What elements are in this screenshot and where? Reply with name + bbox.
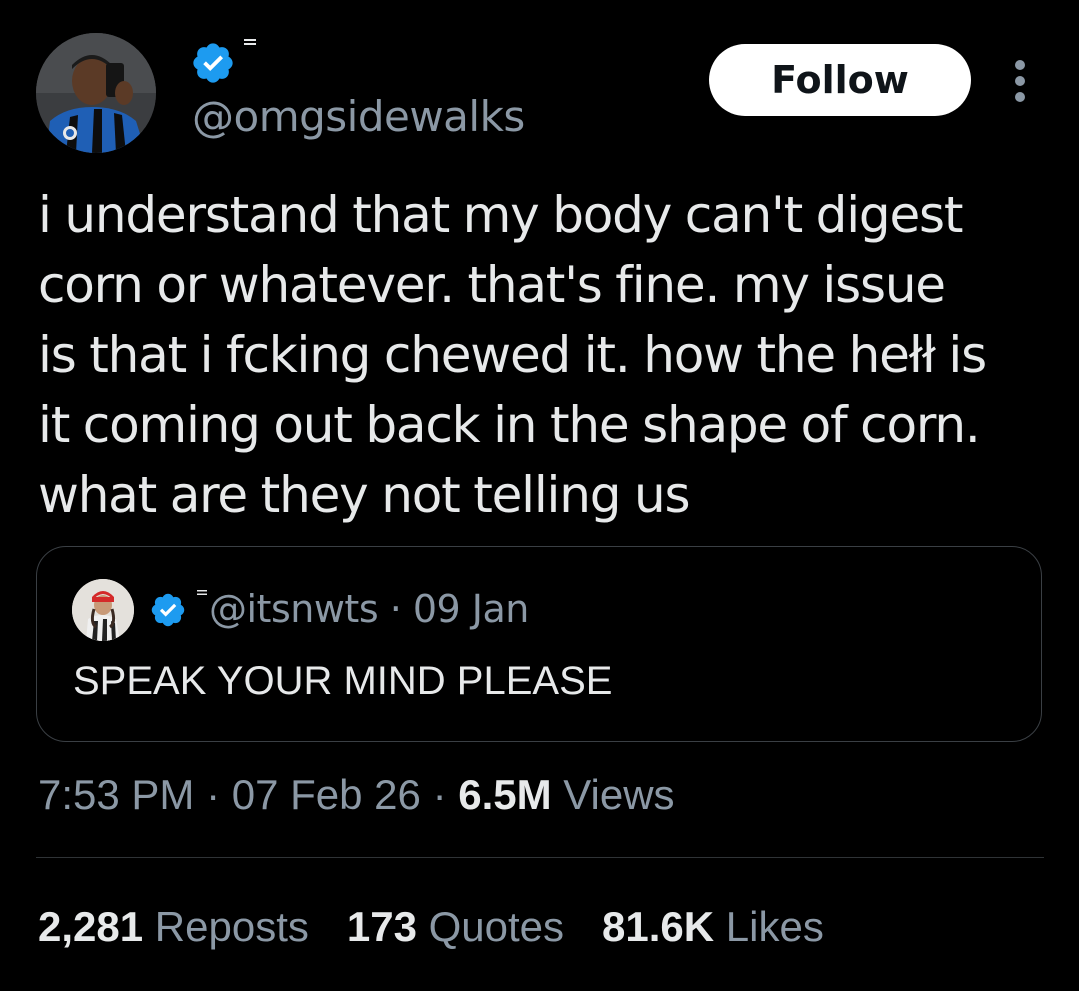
quotes-stat[interactable]: 173 Quotes <box>347 900 564 954</box>
separator: · <box>194 771 232 818</box>
likes-stat[interactable]: 81.6K Likes <box>602 900 824 954</box>
tweet-meta: 7:53 PM · 07 Feb 26 · 6.5M Views <box>38 768 675 822</box>
more-vertical-icon[interactable] <box>1004 58 1036 104</box>
follow-button[interactable]: Follow <box>709 44 971 116</box>
tweet-detail: @omgsidewalks Follow i understand that m… <box>0 0 1079 991</box>
quoted-tweet-text: SPEAK YOUR MIND PLEASE <box>73 659 613 703</box>
flag-icon <box>197 590 207 595</box>
author-avatar[interactable] <box>36 33 156 153</box>
user-avatar-photo-icon <box>72 579 134 641</box>
quoted-tweet-date[interactable]: 09 Jan <box>413 587 530 631</box>
flag-icon <box>244 39 256 45</box>
engagement-stats: 2,281 Reposts 173 Quotes 81.6K Likes <box>38 900 862 954</box>
reposts-count: 2,281 <box>38 903 144 950</box>
quoted-tweet-card[interactable]: @itsnwts · 09 Jan SPEAK YOUR MIND PLEASE <box>36 546 1042 742</box>
tweet-text-line: is that i fcking chewed it. how the hełł… <box>38 326 987 384</box>
reposts-label: Reposts <box>154 903 309 950</box>
tweet-text-line: corn or whatever. that's fine. my issue <box>38 256 946 314</box>
separator: · <box>378 587 413 631</box>
tweet-text: i understand that my body can't digest c… <box>38 180 1048 530</box>
verified-badge-icon <box>151 593 185 627</box>
quotes-label: Quotes <box>428 903 565 950</box>
tweet-text-line: what are they not telling us <box>38 466 690 524</box>
quoted-tweet-meta: @itsnwts · 09 Jan <box>209 585 529 633</box>
quotes-count: 173 <box>346 903 417 950</box>
likes-count: 81.6K <box>602 903 715 950</box>
views-label: Views <box>563 771 675 818</box>
divider <box>36 857 1044 858</box>
quoted-author-handle[interactable]: @itsnwts <box>209 587 379 631</box>
likes-label: Likes <box>725 903 824 950</box>
verified-badge-icon <box>193 43 233 83</box>
views-count: 6.5M <box>458 771 552 818</box>
tweet-time[interactable]: 7:53 PM <box>38 771 194 818</box>
separator: · <box>420 771 459 818</box>
tweet-date[interactable]: 07 Feb 26 <box>232 771 421 818</box>
author-handle[interactable]: @omgsidewalks <box>192 92 525 142</box>
tweet-text-line: it coming out back in the shape of corn. <box>38 396 981 454</box>
tweet-text-line: i understand that my body can't digest <box>38 186 963 244</box>
quoted-author-avatar[interactable] <box>72 579 134 641</box>
reposts-stat[interactable]: 2,281 Reposts <box>38 900 309 954</box>
user-avatar-photo-icon <box>36 33 156 153</box>
